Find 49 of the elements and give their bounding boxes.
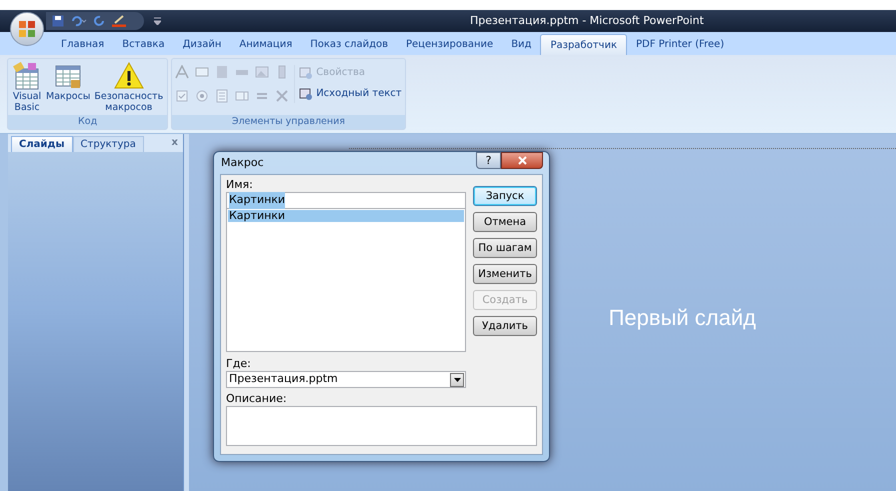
properties-icon <box>299 86 314 100</box>
dialog-button[interactable]: Изменить <box>473 264 537 284</box>
pane-tab[interactable]: Слайды <box>11 136 73 152</box>
dialog-button[interactable]: Отмена <box>473 212 537 232</box>
ribbon-command[interactable]: Исходный текст <box>299 86 402 101</box>
name-field[interactable]: Картинки <box>226 192 466 209</box>
ribbon-button[interactable]: Visual Basic <box>11 61 43 113</box>
dropdown-arrow-icon <box>454 378 460 382</box>
field-label: Имя: <box>226 178 254 192</box>
command-label: Свойства <box>316 66 366 80</box>
office-button[interactable] <box>10 12 44 46</box>
ribbon-tab[interactable]: Рецензирование <box>397 34 502 55</box>
help-button[interactable]: ? <box>476 152 501 168</box>
ribbon-tab[interactable]: Вид <box>502 34 540 55</box>
ribbon-tab[interactable]: Дизайн <box>174 34 230 55</box>
logo-icon <box>18 20 36 38</box>
redo-icon[interactable] <box>94 15 106 27</box>
description-field[interactable] <box>226 406 537 446</box>
ribbon-button[interactable]: Безопасность макросов <box>93 61 164 113</box>
ribbon-tab[interactable]: Анимация <box>230 34 302 55</box>
close-icon <box>518 156 526 164</box>
location-dropdown[interactable]: Презентация.pptm <box>226 371 466 388</box>
field-label: Где: <box>226 357 252 371</box>
dialog-title: Макрос <box>221 154 264 171</box>
group-label: Код <box>8 115 168 129</box>
dialog-button[interactable]: По шагам <box>473 238 537 258</box>
macro-list-item[interactable]: Картинки <box>228 210 464 222</box>
slide-title: Первый слайд <box>608 304 756 332</box>
ribbon-tab[interactable]: Разработчик <box>540 34 627 55</box>
dialog-button[interactable]: Запуск <box>473 186 537 206</box>
properties-icon <box>299 66 314 80</box>
pane-tab[interactable]: Структура <box>72 136 144 152</box>
field-label: Описание: <box>226 392 288 406</box>
dropdown-value: Презентация.pptm <box>229 371 338 388</box>
ribbon-tab[interactable]: Главная <box>52 34 114 55</box>
customize-icon[interactable] <box>154 17 161 25</box>
warning-icon <box>114 61 144 91</box>
close-button[interactable] <box>501 152 543 168</box>
ribbon-button[interactable]: Макросы <box>45 61 92 102</box>
ribbon-tab[interactable]: PDF Printer (Free) <box>626 34 734 55</box>
dialog-button[interactable]: Удалить <box>473 316 537 336</box>
ribbon-tab[interactable]: Вставка <box>113 34 174 55</box>
command-label: Исходный текст <box>316 87 402 101</box>
ribbon-tab[interactable]: Показ слайдов <box>301 34 397 55</box>
save-icon[interactable] <box>52 15 64 27</box>
group-label: Элементы управления <box>172 115 405 129</box>
window-title: Презентация.pptm - Microsoft PowerPoint <box>470 12 704 29</box>
pen-icon[interactable] <box>112 15 126 27</box>
undo-icon[interactable] <box>70 15 88 27</box>
